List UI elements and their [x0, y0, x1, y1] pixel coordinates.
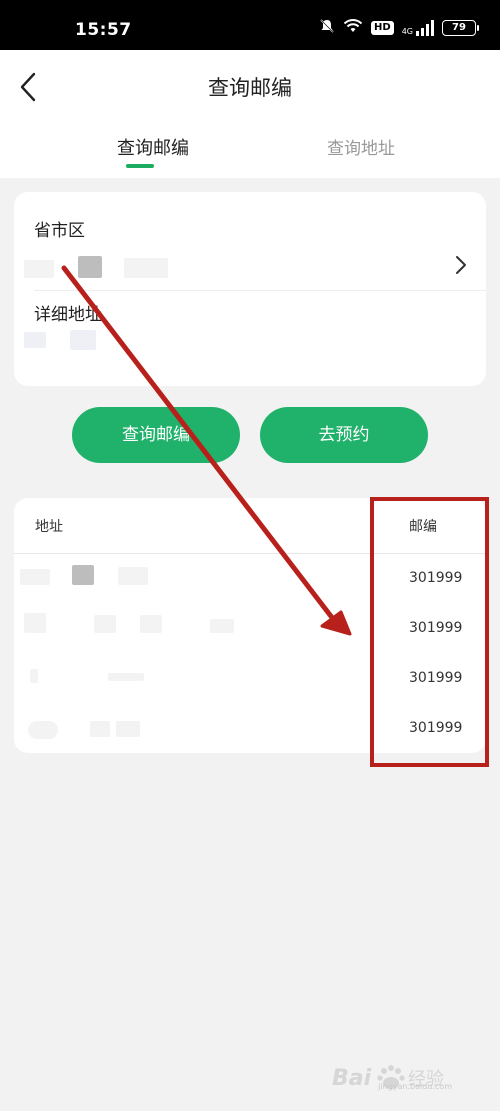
battery-level: 79: [452, 22, 466, 33]
row-postcode: 301999: [409, 720, 463, 736]
svg-text:Bai: Bai: [332, 1066, 372, 1091]
redacted-text: [28, 721, 58, 739]
redacted-text: [116, 721, 140, 737]
redacted-text: [140, 615, 162, 633]
status-time: 15:57: [75, 20, 132, 40]
region-selector[interactable]: [20, 256, 220, 282]
mute-icon: [319, 18, 335, 38]
table-row[interactable]: 301999: [14, 555, 486, 605]
screen: 15:57 HD 4G 79 查询邮编 查询邮编 查询地址 省市区 详细地址 查…: [0, 0, 500, 1111]
watermark-url: jingyan.baidu.com: [378, 1082, 452, 1091]
chevron-right-icon[interactable]: [452, 252, 470, 278]
address-form-card: 省市区 详细地址: [14, 192, 486, 386]
redacted-text: [118, 567, 148, 585]
table-row[interactable]: 301999: [14, 705, 486, 755]
table-row[interactable]: 301999: [14, 655, 486, 705]
query-postcode-button[interactable]: 查询邮编: [72, 407, 240, 463]
redacted-text: [24, 613, 46, 633]
header: 查询邮编 查询邮编 查询地址: [0, 50, 500, 178]
region-label: 省市区: [34, 221, 85, 241]
redacted-text: [210, 619, 234, 633]
redacted-text: [30, 669, 38, 683]
hd-badge: HD: [371, 21, 394, 35]
watermark-logo: Bai 经验: [332, 1065, 444, 1091]
row-postcode: 301999: [409, 620, 463, 636]
detail-address-label: 详细地址: [34, 305, 102, 325]
active-tab-indicator: [126, 164, 154, 168]
form-divider: [34, 290, 486, 291]
redacted-text: [108, 673, 144, 681]
status-icons: HD 4G 79: [319, 18, 479, 38]
row-address: [14, 605, 314, 655]
tab-query-address[interactable]: 查询地址: [291, 134, 431, 159]
row-address: [14, 705, 314, 755]
row-postcode: 301999: [409, 670, 463, 686]
redacted-text: [70, 330, 96, 350]
page-title: 查询邮编: [208, 76, 292, 100]
address-column-header: 地址: [35, 519, 63, 535]
redacted-text: [90, 721, 110, 737]
results-card: 地址 邮编 301999 301999 301999 301999: [14, 498, 486, 753]
table-row[interactable]: 301999: [14, 605, 486, 655]
battery-icon: 79: [442, 20, 479, 36]
signal-icon: 4G: [402, 20, 434, 36]
row-address: [14, 555, 314, 605]
table-header-divider: [14, 553, 486, 554]
postcode-column-header: 邮编: [409, 519, 437, 535]
redacted-text: [94, 615, 116, 633]
redacted-text: [78, 256, 102, 278]
tab-query-postcode[interactable]: 查询邮编: [83, 134, 223, 160]
row-postcode: 301999: [409, 570, 463, 586]
redacted-text: [24, 260, 54, 278]
wifi-icon: [343, 18, 363, 38]
redacted-text: [24, 332, 46, 348]
watermark: Bai 经验 jingyan.baidu.com: [330, 1059, 480, 1099]
reserve-button[interactable]: 去预约: [260, 407, 428, 463]
row-address: [14, 655, 314, 705]
redacted-text: [20, 569, 50, 585]
status-bar: 15:57 HD 4G 79: [0, 0, 500, 50]
redacted-text: [72, 565, 94, 585]
detail-address-input[interactable]: [20, 328, 460, 354]
redacted-text: [124, 258, 168, 278]
network-type: 4G: [401, 27, 413, 36]
